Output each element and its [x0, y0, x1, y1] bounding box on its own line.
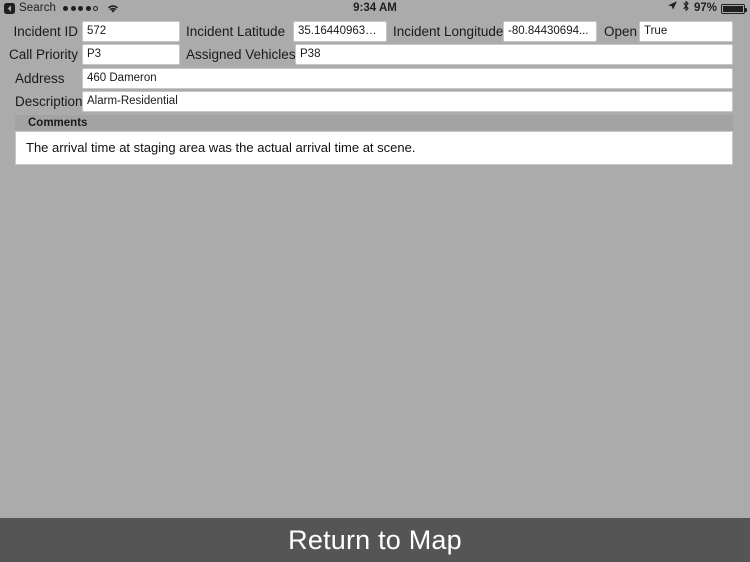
status-bar-time: 9:34 AM	[353, 2, 397, 14]
incident-id-label: Incident ID	[13, 24, 78, 39]
battery-full-icon	[721, 3, 747, 14]
form-row-1: Incident ID 572 Incident Latitude 35.164…	[0, 21, 750, 43]
call-priority-field[interactable]: P3	[82, 44, 180, 65]
battery-percent-label: 97%	[693, 2, 717, 14]
open-label: Open	[604, 24, 638, 39]
comments-text[interactable]: The arrival time at staging area was the…	[15, 131, 733, 165]
status-bar-right: 97%	[667, 0, 747, 18]
address-field[interactable]: 460 Dameron	[82, 68, 733, 89]
incident-latitude-field[interactable]: 35.1644096374...	[293, 21, 387, 42]
incident-longitude-field[interactable]: -80.84430694...	[503, 21, 597, 42]
return-to-map-button[interactable]: Return to Map	[0, 518, 750, 562]
form-row-2: Call Priority P3 Assigned Vehicles P38	[0, 44, 750, 66]
incident-latitude-label: Incident Latitude	[186, 24, 286, 39]
description-label: Description	[15, 94, 83, 109]
call-priority-label: Call Priority	[8, 47, 78, 62]
assigned-vehicles-field[interactable]: P38	[295, 44, 733, 65]
open-field[interactable]: True	[639, 21, 733, 42]
description-field[interactable]: Alarm-Residential	[82, 91, 733, 112]
address-label: Address	[15, 71, 65, 86]
location-arrow-icon	[667, 0, 678, 17]
form-row-4: Description Alarm-Residential	[0, 91, 750, 113]
incident-detail-screen: Search 9:34 AM 97% Incident ID 572 Incid…	[0, 0, 750, 562]
incident-longitude-label: Incident Longitude	[393, 24, 504, 39]
comments-header-label: Comments	[15, 115, 733, 131]
comments-section: Comments The arrival time at staging are…	[15, 115, 733, 165]
status-bar: Search 9:34 AM 97%	[0, 0, 750, 17]
form-row-3: Address 460 Dameron	[0, 68, 750, 90]
incident-id-field[interactable]: 572	[82, 21, 180, 42]
incident-form: Incident ID 572 Incident Latitude 35.164…	[0, 17, 750, 114]
return-to-map-label: Return to Map	[288, 524, 462, 555]
bluetooth-icon	[682, 0, 690, 18]
assigned-vehicles-label: Assigned Vehicles	[186, 47, 296, 62]
